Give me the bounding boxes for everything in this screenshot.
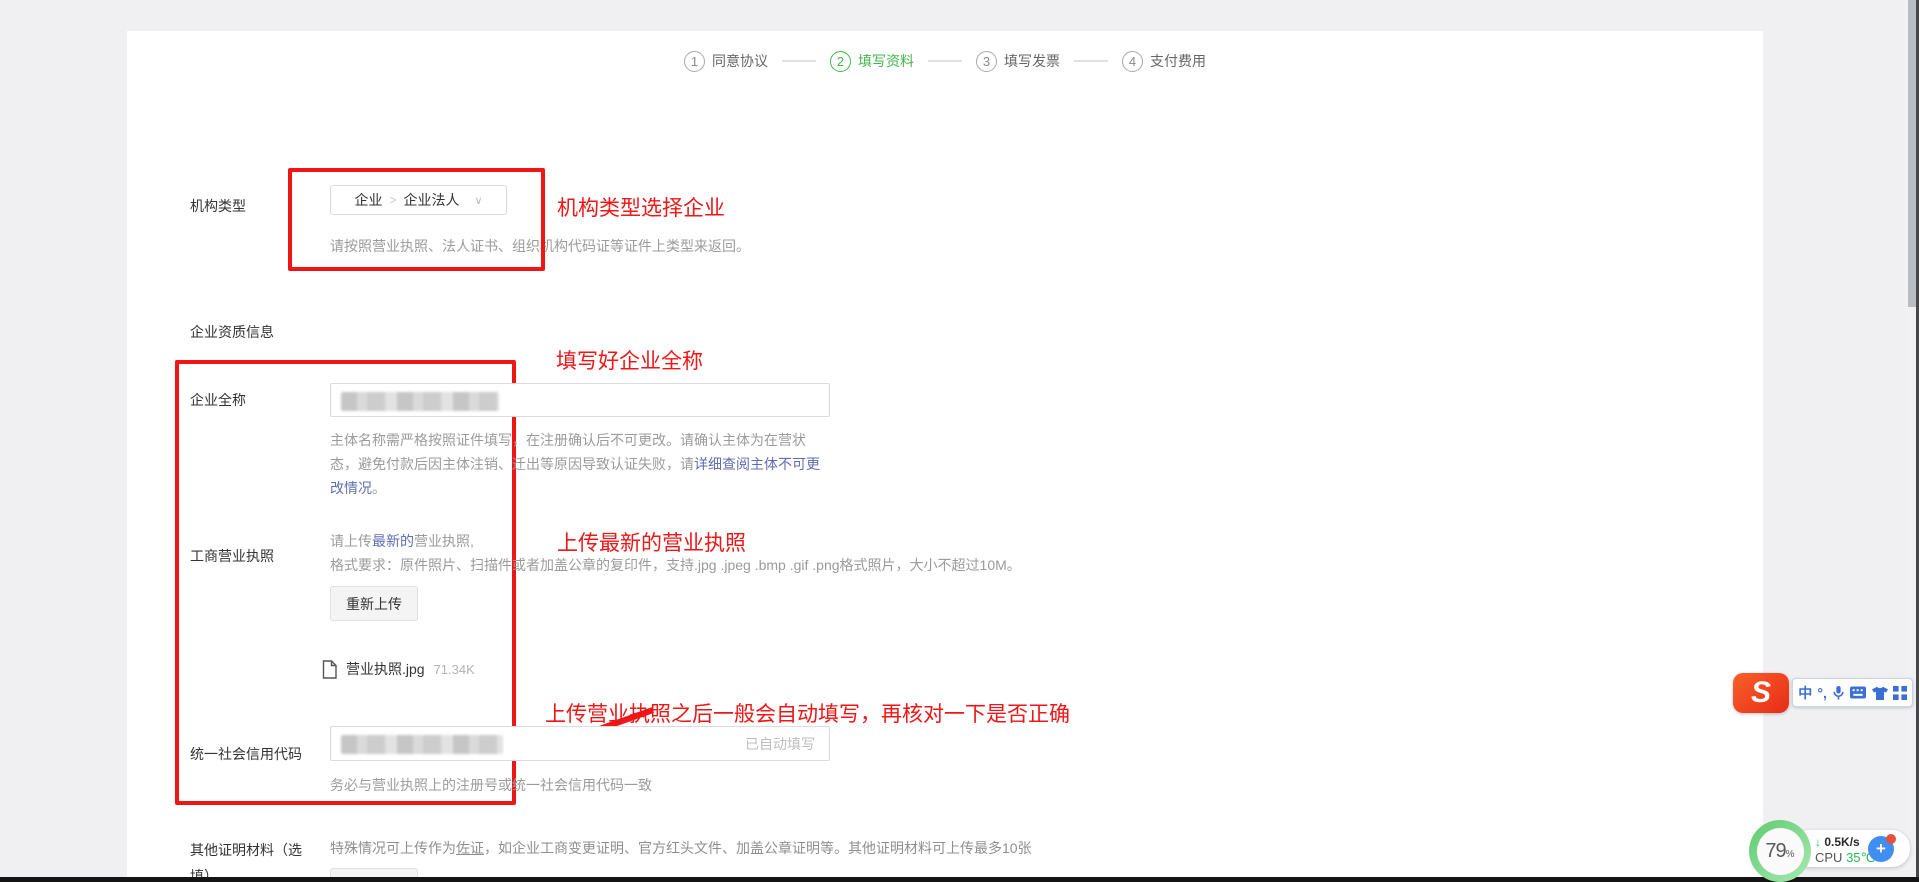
uploaded-file-size: 71.34K (434, 662, 475, 677)
notification-dot (1886, 834, 1896, 844)
toolbox-grid-icon[interactable] (1893, 686, 1907, 700)
step-3-circle: 3 (976, 51, 997, 72)
annotation-company-name: 填写好企业全称 (556, 345, 703, 375)
subject-change-link[interactable]: 详细查阅主体不可更 (694, 456, 820, 472)
soft-keyboard-icon[interactable] (1850, 686, 1866, 699)
org-type-hint: 请按照营业执照、法人证书、组织机构代码证等证件上类型来返回。 (330, 234, 750, 258)
business-license-label: 工商营业执照 (190, 546, 274, 566)
step-2-circle: 2 (830, 51, 851, 72)
chevron-down-icon: ∨ (474, 194, 482, 207)
page: 1 同意协议 2 填写资料 3 填写发票 4 支付费用 机构类型 企业 > 企业… (0, 0, 1919, 882)
step-1-label: 同意协议 (712, 51, 768, 71)
step-agree[interactable]: 1 同意协议 (684, 51, 768, 72)
skin-shirt-icon[interactable] (1872, 686, 1888, 700)
section-title-qualification: 企业资质信息 (190, 322, 274, 342)
step-invoice[interactable]: 3 填写发票 (976, 51, 1060, 72)
memory-usage-ball[interactable]: 79 % (1749, 820, 1811, 882)
uploaded-file-row[interactable]: 营业执照.jpg 71.34K (322, 659, 475, 679)
org-type-value-main: 企业 (354, 190, 382, 210)
reupload-button[interactable]: 重新上传 (330, 586, 418, 621)
evidence-underlined: 佐证 (456, 840, 484, 856)
annotation-license: 上传最新的营业执照 (557, 527, 746, 557)
company-name-input[interactable] (330, 383, 830, 417)
org-type-label: 机构类型 (190, 196, 246, 216)
company-name-description: 主体名称需严格按照证件填写，在注册确认后不可更改。请确认主体为在营状 态，避免付… (330, 428, 820, 500)
step-divider (782, 60, 816, 62)
org-type-separator: > (389, 193, 396, 207)
step-2-label: 填写资料 (858, 51, 914, 71)
sogou-logo[interactable]: S (1733, 673, 1789, 713)
annotation-org-type: 机构类型选择企业 (557, 192, 725, 222)
latest-license-link[interactable]: 最新的 (372, 533, 414, 549)
step-indicator: 1 同意协议 2 填写资料 3 填写发票 4 支付费用 (127, 46, 1763, 76)
other-materials-description: 特殊情况可上传作为佐证，如企业工商变更证明、官方红头文件、加盖公章证明等。其他证… (330, 838, 1032, 858)
step-1-circle: 1 (684, 51, 705, 72)
credit-code-label: 统一社会信用代码 (190, 744, 302, 764)
network-speed: 0.5K/s (1824, 835, 1859, 849)
step-3-label: 填写发票 (1004, 51, 1060, 71)
step-divider (1074, 60, 1108, 62)
step-4-circle: 4 (1122, 51, 1143, 72)
microphone-icon[interactable] (1832, 685, 1845, 701)
company-name-redacted-value (341, 392, 499, 411)
cpu-label: CPU (1815, 850, 1842, 865)
credit-code-note: 务必与营业执照上的注册号或统一社会信用代码一致 (330, 773, 652, 797)
uploaded-file-name: 营业执照.jpg (346, 659, 425, 679)
other-materials-label: 其他证明材料（选填） (190, 837, 312, 882)
credit-code-input[interactable]: 已自动填写 (330, 726, 830, 761)
credit-code-placeholder: 已自动填写 (745, 727, 815, 760)
download-arrow-icon: ↓ (1815, 835, 1821, 849)
step-divider (928, 60, 962, 62)
memory-percent: 79 (1765, 840, 1785, 863)
ime-toolbar: 中 °, (1792, 678, 1913, 707)
step-pay[interactable]: 4 支付费用 (1122, 51, 1206, 72)
ime-chinese-mode-icon[interactable]: 中 (1798, 686, 1812, 700)
org-type-dropdown[interactable]: 企业 > 企业法人 ∨ (330, 185, 507, 215)
ime-punctuation-icon[interactable]: °, (1817, 686, 1827, 700)
step-4-label: 支付费用 (1150, 51, 1206, 71)
company-name-label: 企业全称 (190, 390, 246, 410)
org-type-value-sub: 企业法人 (403, 190, 459, 210)
credit-code-redacted-value (341, 735, 503, 754)
taskbar-edge (0, 877, 1919, 882)
step-fill-info[interactable]: 2 填写资料 (830, 51, 914, 72)
file-icon (322, 660, 337, 679)
subject-change-link-wrap[interactable]: 改情况 (330, 480, 372, 496)
memory-percent-unit: % (1786, 849, 1795, 860)
